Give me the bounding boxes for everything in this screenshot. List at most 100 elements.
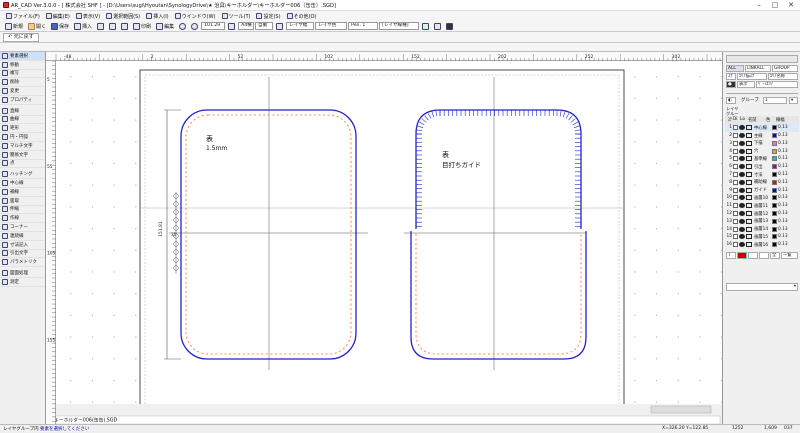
- layer-width-select[interactable]: レイヤ幅: [286, 22, 315, 30]
- lock-icon[interactable]: [746, 179, 752, 185]
- lock-icon[interactable]: [746, 234, 752, 240]
- lock-icon[interactable]: [746, 203, 752, 209]
- linetype-select[interactable]: [レイヤ線種]: [379, 22, 420, 30]
- layer-checkbox[interactable]: [733, 156, 738, 162]
- layer-checkbox[interactable]: [733, 179, 738, 185]
- eye-icon[interactable]: [739, 242, 745, 248]
- lock-icon[interactable]: [746, 172, 752, 178]
- bottom-t-button[interactable]: T: [726, 252, 736, 259]
- layer-color-swatch[interactable]: [772, 242, 777, 248]
- lock-icon[interactable]: [746, 242, 752, 248]
- eye-icon[interactable]: [739, 211, 745, 217]
- eye-icon[interactable]: [739, 226, 745, 232]
- layer-row[interactable]: 3 下描 0.13: [725, 140, 799, 148]
- scissors-button[interactable]: [95, 22, 106, 31]
- paste-button[interactable]: [119, 22, 130, 31]
- close-button[interactable]: ✕: [784, 0, 798, 11]
- command-rect[interactable]: 矩形: [0, 124, 45, 134]
- lock-icon[interactable]: [746, 218, 752, 224]
- layer-color-swatch[interactable]: [772, 234, 777, 240]
- command-drawline[interactable]: 作線: [0, 214, 45, 224]
- command-hatch[interactable]: ハッチング: [0, 170, 45, 180]
- area-spline-button[interactable]: ｴﾘｱ描ｽﾌﾟ: [737, 73, 767, 80]
- bottom-lock-button[interactable]: [759, 252, 769, 259]
- file-tab[interactable]: キーホルダー006(缶缶).SGD: [54, 417, 118, 424]
- layer-checkbox[interactable]: [733, 234, 738, 240]
- mode-select[interactable]: 自動: [255, 22, 274, 30]
- zoom-in-button[interactable]: [177, 22, 188, 31]
- layer-color-swatch[interactable]: [772, 187, 777, 193]
- group-prev-button[interactable]: ◐: [726, 97, 736, 104]
- eye-icon[interactable]: [739, 179, 745, 185]
- layer-dropdown[interactable]: ▾: [726, 283, 798, 291]
- lock-icon[interactable]: [746, 148, 752, 154]
- menu-settings[interactable]: 設定(S): [253, 13, 283, 20]
- menu-insert[interactable]: 挿入(I): [143, 13, 171, 20]
- layer-color-swatch[interactable]: [772, 172, 777, 178]
- command-centerline[interactable]: 中心線: [0, 179, 45, 188]
- spline-button[interactable]: ｽﾌﾟ: [726, 73, 736, 80]
- command-chamfer[interactable]: 面取: [0, 197, 45, 206]
- command-measure[interactable]: 測定: [0, 278, 45, 287]
- menu-view[interactable]: 表示(V): [73, 13, 103, 20]
- undo-button[interactable]: ↶ 元に戻す: [3, 33, 39, 42]
- eye-icon[interactable]: [739, 140, 745, 146]
- layer-checkbox[interactable]: [733, 195, 738, 201]
- layer-checkbox[interactable]: [733, 148, 738, 154]
- layer-checkbox[interactable]: [733, 203, 738, 209]
- lock-icon[interactable]: [746, 125, 752, 131]
- layer-row[interactable]: 7 寸法 0.13: [725, 171, 799, 179]
- menu-tool[interactable]: ツール(T): [219, 13, 254, 20]
- bottom-list-button[interactable]: 一覧: [781, 252, 798, 259]
- layer-checkbox[interactable]: [733, 218, 738, 224]
- layer-row[interactable]: 2 主線 0.13: [725, 132, 799, 140]
- minimize-button[interactable]: –: [752, 0, 766, 11]
- layer-row[interactable]: 16 画層16 0.13: [725, 241, 799, 249]
- layer-checkbox[interactable]: [733, 140, 738, 146]
- command-leader[interactable]: 引出文字: [0, 250, 45, 259]
- command-parametric[interactable]: パラメトリク: [0, 258, 45, 268]
- group-select[interactable]: 1: [763, 97, 787, 104]
- lock-icon[interactable]: [746, 211, 752, 217]
- layer-checkbox[interactable]: [733, 133, 738, 139]
- eye-icon[interactable]: [739, 187, 745, 193]
- lock-icon[interactable]: [746, 140, 752, 146]
- layer-checkbox[interactable]: [733, 226, 738, 232]
- eye-icon[interactable]: [739, 125, 745, 131]
- layer-color-swatch[interactable]: [772, 164, 777, 170]
- layer-row[interactable]: 12 画層12 0.13: [725, 210, 799, 218]
- command-multitext[interactable]: マルチ文字: [0, 142, 45, 151]
- grid-button[interactable]: [432, 22, 443, 31]
- edit-button[interactable]: 編集: [154, 22, 176, 31]
- command-text[interactable]: 簡易文字: [0, 151, 45, 160]
- zoom-out-button[interactable]: [189, 22, 200, 31]
- fit-button[interactable]: [226, 22, 237, 31]
- paper-select[interactable]: A4横: [238, 22, 255, 30]
- command-curve[interactable]: 曲線: [0, 116, 45, 125]
- base-area-button[interactable]: ﾍﾞｰｽｴﾘｱ: [756, 81, 798, 88]
- snap-button[interactable]: [274, 22, 285, 31]
- eye-button[interactable]: ●: [726, 81, 736, 88]
- command-corner[interactable]: コーナー: [0, 223, 45, 232]
- eye-icon[interactable]: [739, 148, 745, 154]
- layer-color-swatch[interactable]: [772, 125, 777, 131]
- lock-icon[interactable]: [746, 187, 752, 193]
- layer-color-swatch[interactable]: [772, 133, 777, 139]
- bottom-red-button[interactable]: [737, 252, 747, 259]
- command-dimension[interactable]: 寸法記入: [0, 241, 45, 250]
- layer-color-swatch[interactable]: [772, 218, 777, 224]
- eye-icon[interactable]: [739, 218, 745, 224]
- layer-row[interactable]: 9 ガイド 0.13: [725, 186, 799, 194]
- menu-other[interactable]: その他(O): [284, 13, 320, 20]
- drawing-canvas[interactable]: 151.81 35 表 1.5mm 表 目打ちガイド キーホルダー006(缶缶)…: [46, 52, 722, 425]
- layer-color-swatch[interactable]: [772, 195, 777, 201]
- command-copy[interactable]: 複写: [0, 70, 45, 79]
- horizontal-scrollbar[interactable]: [650, 405, 712, 414]
- show-button[interactable]: 表示: [737, 81, 755, 88]
- eye-icon[interactable]: [739, 234, 745, 240]
- layer-checkbox[interactable]: [733, 187, 738, 193]
- layer-color-select[interactable]: レイヤ色: [315, 22, 348, 30]
- layer-color-swatch[interactable]: [772, 226, 777, 232]
- command-delete[interactable]: 削除: [0, 78, 45, 88]
- layer-row[interactable]: 13 画層13 0.13: [725, 218, 799, 226]
